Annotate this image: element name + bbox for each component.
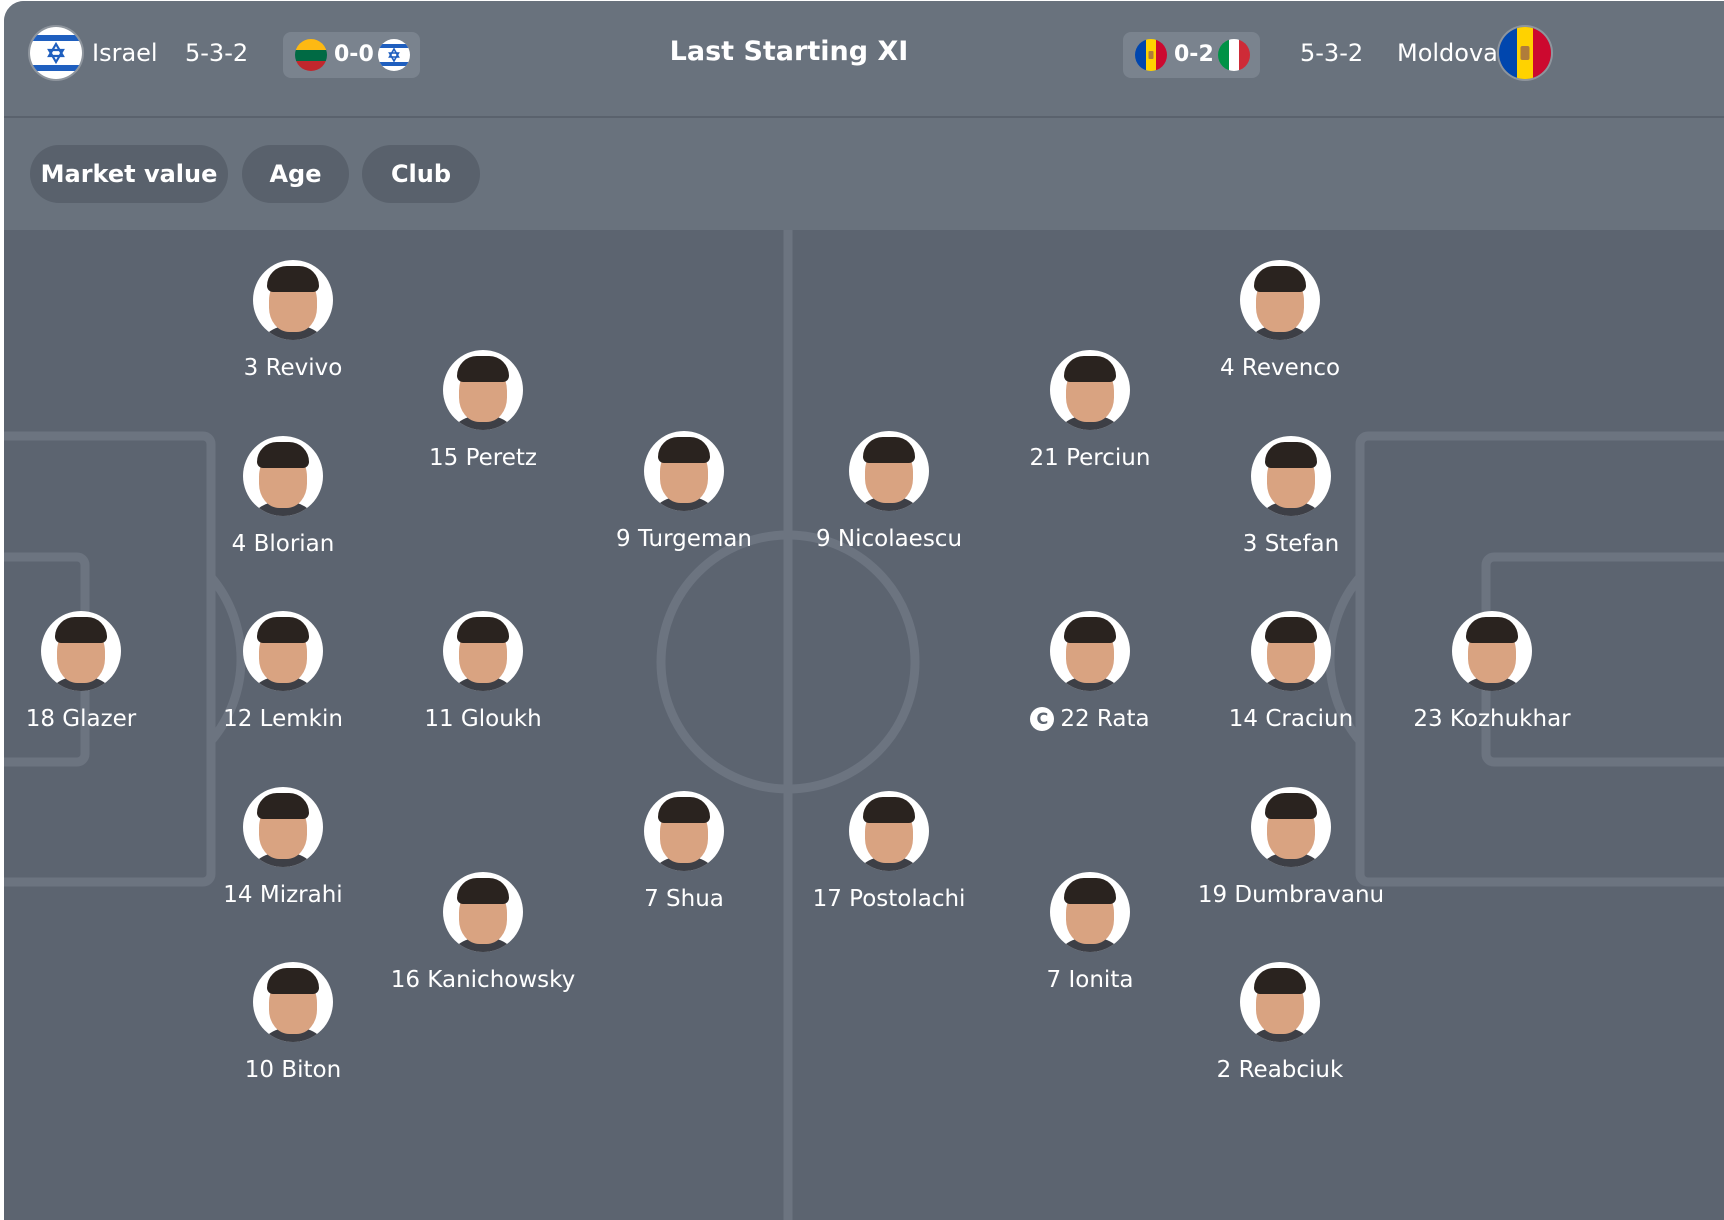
player-peretz[interactable]: 15 Peretz <box>373 350 593 472</box>
player-photo <box>1251 436 1331 516</box>
player-name: 4 Blorian <box>231 531 335 557</box>
filter-age-button[interactable]: Age <box>242 145 349 203</box>
player-name: 17 Postolachi <box>812 886 966 912</box>
moldova-flag-icon <box>1135 39 1167 71</box>
player-name: 16 Kanichowsky <box>390 967 576 993</box>
player-photo <box>253 260 333 340</box>
player-perciun[interactable]: 21 Perciun <box>980 350 1200 472</box>
player-ionita[interactable]: 7 Ionita <box>980 872 1200 994</box>
player-name: 21 Perciun <box>1029 445 1151 471</box>
player-name: 3 Stefan <box>1242 531 1340 557</box>
player-biton[interactable]: 10 Biton <box>183 962 403 1084</box>
player-photo <box>1050 611 1130 691</box>
player-name: 7 Ionita <box>1046 967 1134 993</box>
player-name: 15 Peretz <box>429 445 537 471</box>
player-photo <box>41 611 121 691</box>
player-photo <box>644 431 724 511</box>
player-photo <box>243 611 323 691</box>
player-name: 14 Mizrahi <box>223 882 343 908</box>
player-nicolaescu[interactable]: 9 Nicolaescu <box>779 431 999 553</box>
player-craciun[interactable]: 14 Craciun <box>1181 611 1401 733</box>
italy-flag-icon <box>1218 39 1250 71</box>
player-photo <box>1050 350 1130 430</box>
player-name: 12 Lemkin <box>223 706 343 732</box>
player-name: 22 Rata <box>1060 706 1150 732</box>
player-postolachi[interactable]: 17 Postolachi <box>779 791 999 913</box>
player-name: 7 Shua <box>644 886 724 912</box>
away-last-match-score: 0-2 <box>1174 42 1214 67</box>
player-blorian[interactable]: 4 Blorian <box>173 436 393 558</box>
player-kanichowsky[interactable]: 16 Kanichowsky <box>373 872 593 994</box>
player-revenco[interactable]: 4 Revenco <box>1170 260 1390 382</box>
player-photo <box>849 431 929 511</box>
player-name: 9 Nicolaescu <box>815 526 963 552</box>
player-photo <box>1251 611 1331 691</box>
player-photo <box>243 436 323 516</box>
player-turgeman[interactable]: 9 Turgeman <box>574 431 794 553</box>
player-photo <box>1251 787 1331 867</box>
player-name: 19 Dumbravanu <box>1197 882 1385 908</box>
player-photo <box>849 791 929 871</box>
player-glazer[interactable]: 18 Glazer <box>4 611 191 733</box>
lineup-card: Israel 5-3-2 0-0 Last Starting XI 0-2 5-… <box>4 1 1724 1220</box>
player-photo <box>253 962 333 1042</box>
player-gloukh[interactable]: 11 Gloukh <box>373 611 593 733</box>
player-rata[interactable]: C 22 Rata <box>980 611 1200 733</box>
player-photo <box>1452 611 1532 691</box>
away-formation: 5-3-2 <box>1300 39 1364 67</box>
player-name: 14 Craciun <box>1228 706 1354 732</box>
player-dumbravanu[interactable]: 19 Dumbravanu <box>1181 787 1401 909</box>
player-reabciuk[interactable]: 2 Reabciuk <box>1170 962 1390 1084</box>
player-name: 10 Biton <box>244 1057 342 1083</box>
player-photo <box>443 350 523 430</box>
player-shua[interactable]: 7 Shua <box>574 791 794 913</box>
player-mizrahi[interactable]: 14 Mizrahi <box>173 787 393 909</box>
player-stefan[interactable]: 3 Stefan <box>1181 436 1401 558</box>
moldova-flag-icon <box>1499 27 1551 79</box>
player-name: 2 Reabciuk <box>1216 1057 1344 1083</box>
away-team-name[interactable]: Moldova <box>1397 38 1498 68</box>
lineup-header: Israel 5-3-2 0-0 Last Starting XI 0-2 5-… <box>4 1 1724 118</box>
player-revivo[interactable]: 3 Revivo <box>183 260 403 382</box>
player-name: 23 Kozhukhar <box>1413 706 1571 732</box>
player-photo <box>443 872 523 952</box>
player-photo <box>1240 260 1320 340</box>
player-photo <box>243 787 323 867</box>
player-kozhukhar[interactable]: 23 Kozhukhar <box>1382 611 1602 733</box>
player-name: 4 Revenco <box>1219 355 1341 381</box>
captain-badge-icon: C <box>1030 707 1055 731</box>
filter-club-button[interactable]: Club <box>362 145 480 203</box>
player-name: 9 Turgeman <box>616 526 752 552</box>
player-name: 11 Gloukh <box>424 706 542 732</box>
player-name: 18 Glazer <box>25 706 137 732</box>
player-photo <box>644 791 724 871</box>
player-photo <box>1240 962 1320 1042</box>
filter-market-value-button[interactable]: Market value <box>30 145 228 203</box>
player-name: 3 Revivo <box>243 355 343 381</box>
player-photo <box>443 611 523 691</box>
player-name-row: C 22 Rata <box>980 705 1200 733</box>
player-lemkin[interactable]: 12 Lemkin <box>173 611 393 733</box>
player-photo <box>1050 872 1130 952</box>
